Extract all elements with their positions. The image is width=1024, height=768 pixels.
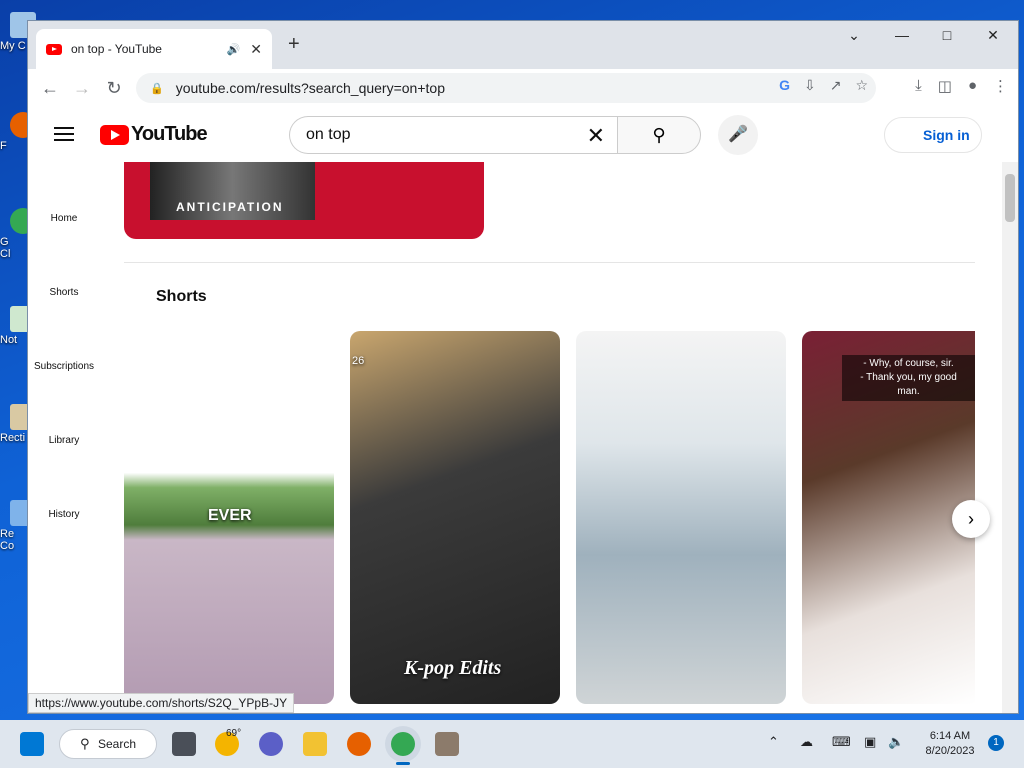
desktop-icon-recycle[interactable]: Recti [0,404,36,444]
sidebar-item-home[interactable]: Home [28,213,100,224]
status-bar-link: https://www.youtube.com/shorts/S2Q_YPpB-… [28,693,295,713]
desktop-icon-chrome[interactable]: G Cl [0,208,36,260]
thumbnail-text: ANTICIPATION [176,200,284,214]
tab-title: on top - YouTube [71,42,162,56]
desktop-icon-firefox[interactable]: F [0,112,36,152]
speaker-icon[interactable]: 🔊 [227,43,241,56]
weather-temp: 69° [226,728,242,739]
youtube-logo-icon [100,124,129,145]
teams-chat-icon[interactable] [259,732,283,756]
desktop-icon-notepad[interactable]: Not [0,306,36,346]
search-input-value: on top [306,126,351,143]
short-card[interactable] [576,331,786,704]
chevron-right-icon: › [968,509,974,529]
lock-icon[interactable]: 🔒 [150,82,164,95]
new-tab-button[interactable]: + [288,33,300,56]
sign-in-button[interactable]: Sign in [884,117,982,153]
taskbar: ⚲ Search 69° ⌃ ☁ ⌨ ▣ 🔈 6:14 AM 8/20/2023… [0,720,1024,768]
short-card[interactable]: EVER [124,331,334,704]
sidebar-item-history[interactable]: History [28,509,100,520]
browser-window: on top - YouTube 🔊 ✕ + ⌄ — □ ✕ ← → ↻ 🔒 y… [28,21,1018,713]
forward-button[interactable]: → [66,78,98,99]
app-package-icon[interactable] [435,732,459,756]
search-icon: ⚲ [80,736,90,751]
youtube-header: YouTube on top ✕ ⚲ 🎤 Sign in [28,107,998,162]
chrome-icon[interactable] [391,732,415,756]
shorts-heading: Shorts [156,288,207,305]
browser-toolbar: ← → ↻ 🔒 youtube.com/results?search_query… [28,69,1018,107]
address-bar[interactable]: 🔒 youtube.com/results?search_query=on+to… [136,73,876,103]
taskbar-search[interactable]: ⚲ Search [59,729,157,759]
desktop-icon-my-computer[interactable]: My C [0,12,36,52]
back-button[interactable]: ← [34,78,66,99]
short-corner-text: 26 [352,355,365,367]
shorts-next-button[interactable]: › [952,500,990,538]
youtube-favicon-icon [46,43,62,55]
url-text: youtube.com/results?search_query=on+top [175,80,445,96]
search-button[interactable]: ⚲ [617,116,701,154]
task-view-icon[interactable] [172,732,196,756]
close-window-button[interactable]: ✕ [981,27,1005,44]
short-caption: - Why, of course, sir. - Thank you, my g… [842,355,975,401]
search-input[interactable]: on top ✕ [289,116,617,154]
active-app-indicator [396,762,410,765]
toolbar-right: ⤓ ◫ ● ⋮ [915,77,1008,95]
tray-overflow-icon[interactable]: ⌃ [768,734,779,750]
scrollbar-thumb[interactable] [1005,174,1015,222]
volume-icon[interactable]: 🔈 [888,734,904,750]
microphone-icon: 🎤 [728,126,748,143]
hamburger-menu-icon[interactable] [54,127,74,145]
youtube-page: YouTube on top ✕ ⚲ 🎤 Sign in Home Shorts… [28,107,1018,713]
clear-search-icon[interactable]: ✕ [587,123,605,149]
share-icon[interactable]: ↗ [830,77,842,94]
video-thumbnail[interactable]: ANTICIPATION [124,162,484,239]
profile-icon[interactable]: ● [968,77,977,95]
omnibox-actions: G ⇩ ↗ ☆ [779,77,868,94]
tab-youtube[interactable]: on top - YouTube 🔊 ✕ [36,29,272,69]
start-windows-icon[interactable] [20,732,44,756]
short-overlay-text: EVER [208,507,252,524]
scrollbar[interactable] [1002,162,1018,713]
title-bar: on top - YouTube 🔊 ✕ + ⌄ — □ ✕ [28,21,1018,69]
clock[interactable]: 6:14 AM 8/20/2023 [918,729,982,759]
sidebar-item-subscriptions[interactable]: Subscriptions [28,361,100,372]
short-card[interactable]: - Why, of course, sir. - Thank you, my g… [802,331,975,704]
file-explorer-icon[interactable] [303,732,327,756]
short-overlay-text: K-pop Edits [404,657,502,679]
network-icon[interactable]: ▣ [864,734,876,750]
short-card[interactable]: 26 K-pop Edits [350,331,560,704]
google-lens-icon[interactable]: G [779,77,790,94]
cloud-sync-icon[interactable]: ☁ [800,734,813,750]
tab-close-icon[interactable]: ✕ [250,41,262,58]
notification-badge[interactable]: 1 [988,735,1004,751]
sidebar-item-library[interactable]: Library [28,435,100,446]
firefox-icon[interactable] [347,732,371,756]
desktop-icon-remote[interactable]: Re Co [0,500,36,552]
sidebar-item-shorts[interactable]: Shorts [28,287,100,298]
search-icon: ⚲ [652,125,666,145]
keyboard-icon[interactable]: ⌨ [832,734,851,750]
menu-kebab-icon[interactable]: ⋮ [993,77,1008,95]
section-divider [124,262,975,263]
reload-button[interactable]: ↻ [98,78,130,99]
maximize-button[interactable]: □ [935,27,959,43]
minimize-button[interactable]: — [890,27,914,43]
side-panel-icon[interactable]: ◫ [938,77,952,95]
downloads-icon[interactable]: ⤓ [915,77,922,95]
youtube-logo[interactable]: YouTube [100,123,208,146]
tab-search-icon[interactable]: ⌄ [842,27,866,44]
voice-search-button[interactable]: 🎤 [718,115,758,155]
install-app-icon[interactable]: ⇩ [804,77,816,94]
bookmark-star-icon[interactable]: ☆ [855,77,868,94]
